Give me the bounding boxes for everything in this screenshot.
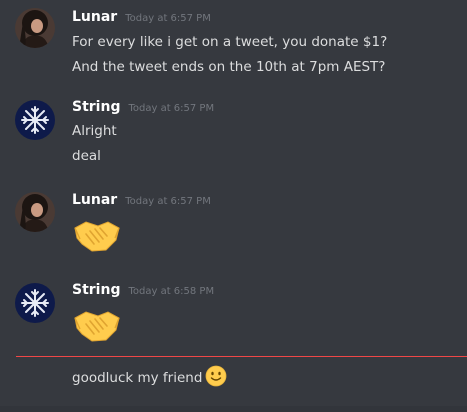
- timestamp: Today at 6:58 PM: [128, 286, 215, 297]
- message-header: Lunar Today at 6:57 PM: [72, 9, 211, 29]
- username[interactable]: Lunar: [72, 9, 117, 25]
- new-messages-divider: [16, 356, 467, 357]
- username[interactable]: String: [72, 99, 120, 115]
- string-avatar[interactable]: [15, 100, 55, 140]
- handshake-emoji[interactable]: [72, 218, 122, 254]
- message-text: goodluck my friend: [72, 370, 203, 386]
- lunar-avatar[interactable]: [15, 192, 55, 232]
- timestamp: Today at 6:57 PM: [125, 196, 211, 207]
- timestamp: Today at 6:57 PM: [125, 13, 211, 24]
- chat-message-list: Lunar Today at 6:57 PM For every like i …: [0, 0, 467, 412]
- chat-bottom-edge: [0, 406, 467, 412]
- message-header: Lunar Today at 6:57 PM: [72, 192, 211, 212]
- timestamp: Today at 6:57 PM: [128, 103, 215, 114]
- message-text: For every like i get on a tweet, you don…: [72, 34, 388, 50]
- username[interactable]: String: [72, 282, 120, 298]
- message-text: deal: [72, 148, 101, 164]
- lunar-avatar[interactable]: [15, 8, 55, 48]
- message-text: Alright: [72, 123, 117, 139]
- message-header: String Today at 6:57 PM: [72, 99, 214, 119]
- new-message-line: goodluck my friend: [72, 365, 227, 393]
- username[interactable]: Lunar: [72, 192, 117, 208]
- slight-smile-emoji[interactable]: [205, 365, 227, 393]
- string-avatar[interactable]: [15, 283, 55, 323]
- message-text: And the tweet ends on the 10th at 7pm AE…: [72, 59, 386, 75]
- message-header: String Today at 6:58 PM: [72, 282, 214, 302]
- handshake-emoji[interactable]: [72, 308, 122, 344]
